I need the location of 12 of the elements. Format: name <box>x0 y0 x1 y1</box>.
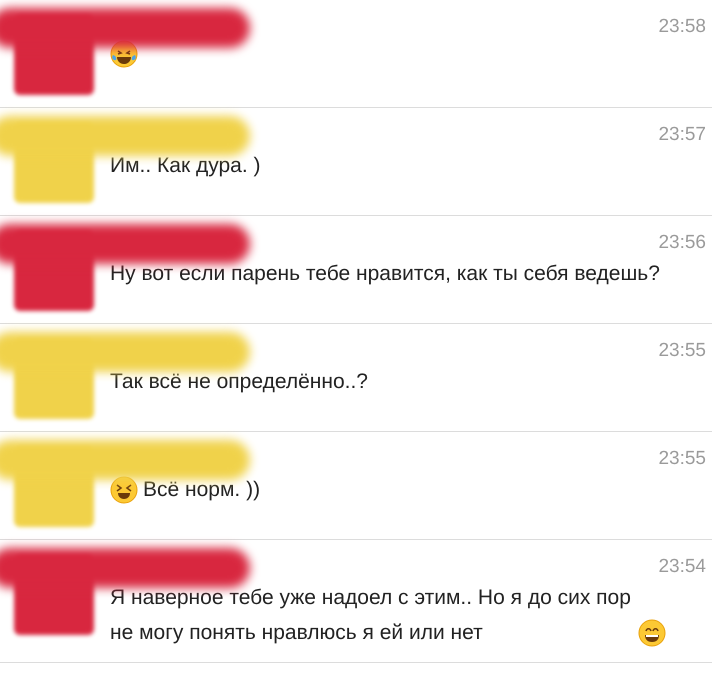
message-time: 23:57 <box>658 123 706 147</box>
message-time: 23:54 <box>658 555 706 579</box>
message-text: Ну вот если парень тебе нравится, как ты себя ведешь? <box>110 261 660 287</box>
message-text: Им.. Как дура. ) <box>110 153 261 179</box>
message-time: 23:55 <box>658 447 706 471</box>
message-time: 23:55 <box>658 339 706 363</box>
message-text: Я наверное тебе уже надоел с этим.. Но я до сих пор не могу понять нравлюсь я ей или нет <box>110 585 632 646</box>
grinning-face-icon <box>638 619 666 647</box>
message-time: 23:58 <box>658 15 706 39</box>
message-time: 23:56 <box>658 231 706 255</box>
message-text: Всё норм. )) <box>143 477 260 503</box>
message-text: Так всё не определённо..? <box>110 369 368 395</box>
